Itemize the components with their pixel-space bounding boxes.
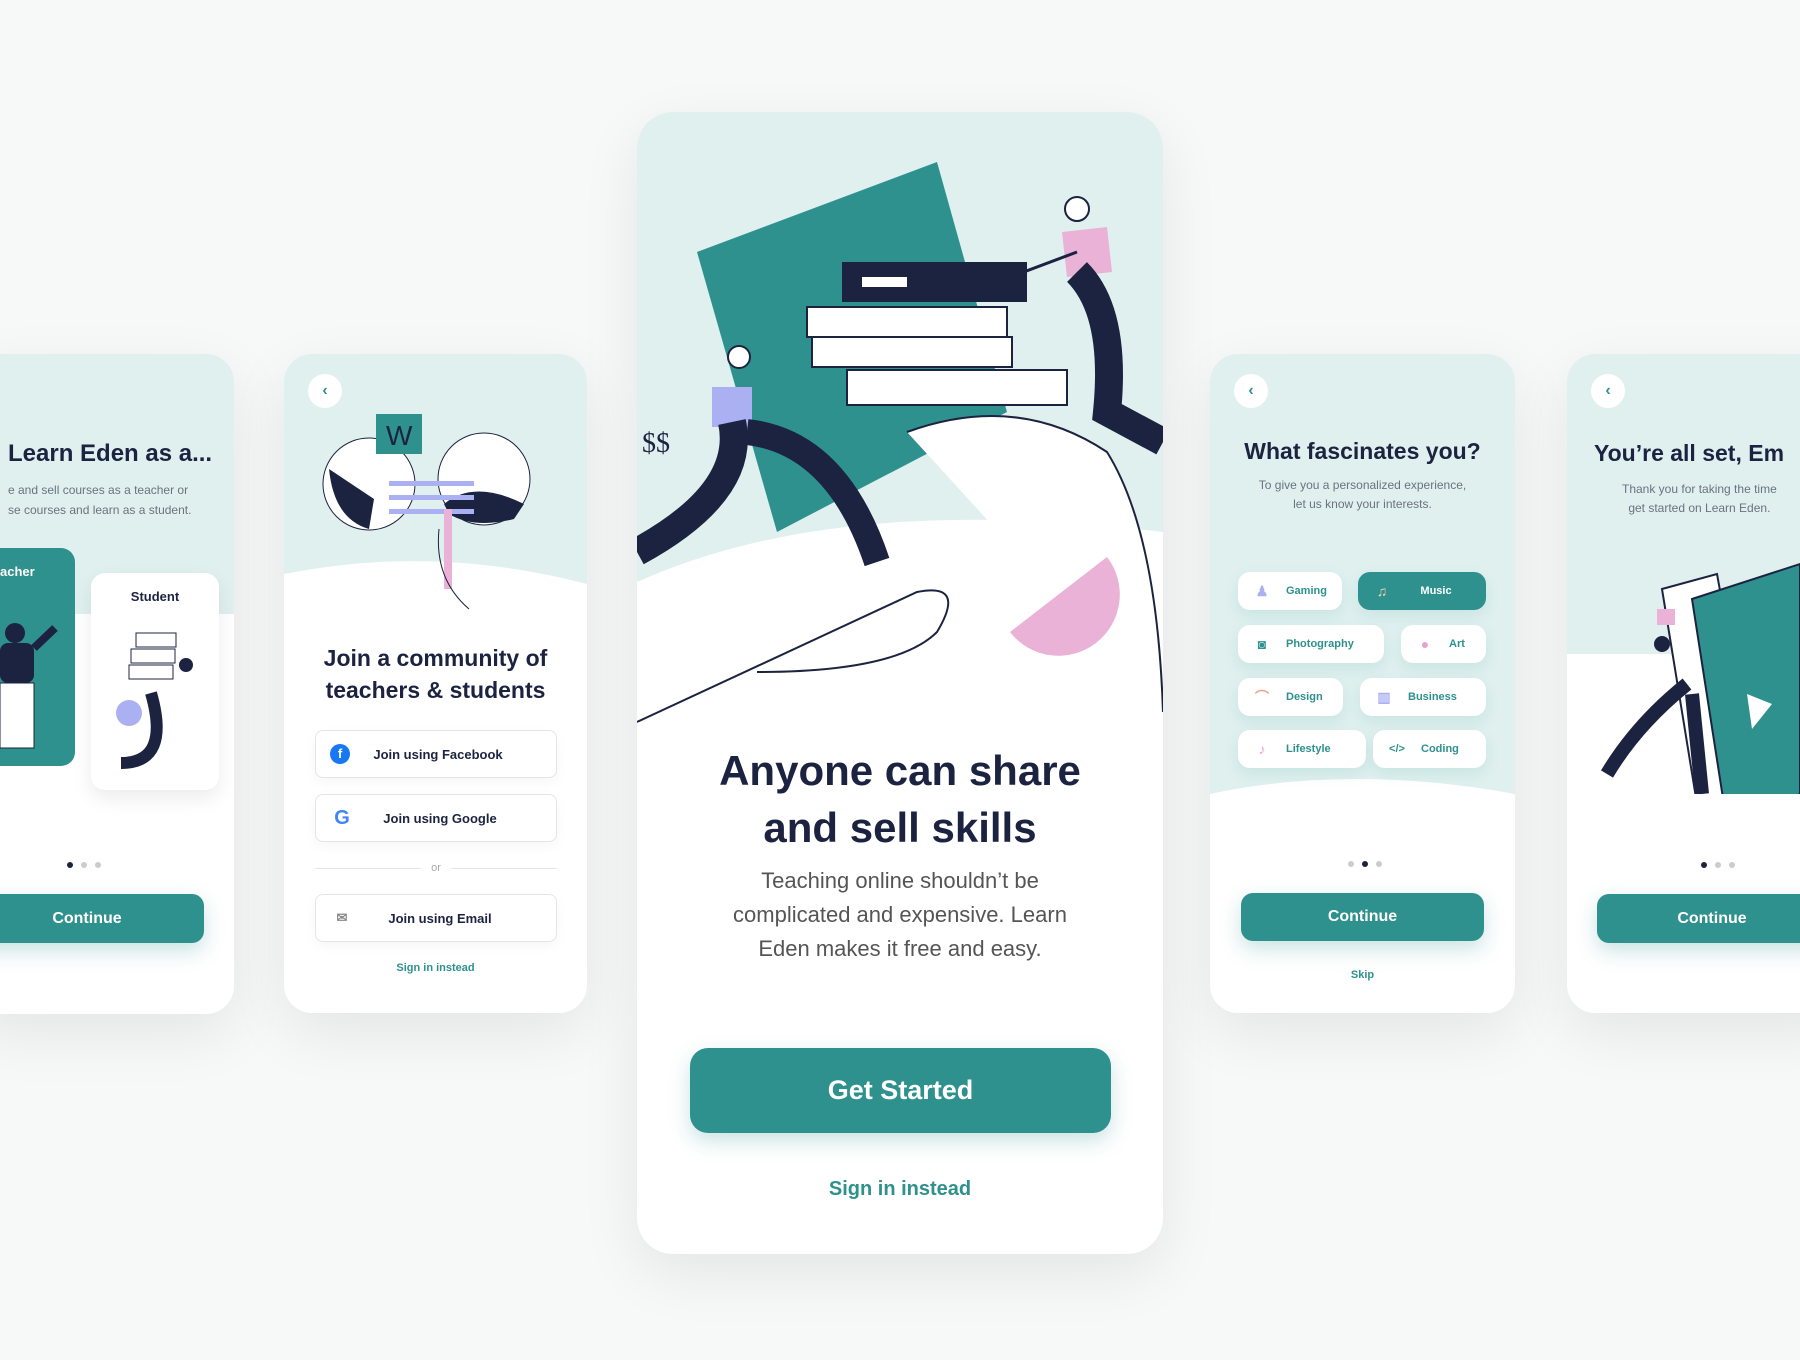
page-dot[interactable] [1348,861,1354,867]
join-screen: ‹ W Join a community of teachers & studen… [284,354,587,1013]
svg-text:$$: $$ [642,428,670,459]
description-line: complicated and expensive. Learn [733,902,1067,927]
student-card[interactable]: Student [91,573,219,790]
facebook-label: Join using Facebook [373,746,503,762]
or-divider: or [315,862,557,874]
student-illustration [116,632,193,769]
chevron-left-icon: ‹ [1605,382,1611,399]
page-dot[interactable] [1376,861,1382,867]
subtitle-line: e and sell courses as a teacher or [8,483,189,497]
continue-button[interactable]: Continue [1597,894,1800,943]
bezier-icon: ⌒ [1255,689,1269,705]
chip-label: Music [1420,585,1452,597]
continue-button[interactable]: Continue [0,894,204,943]
get-started-button[interactable]: Get Started [690,1048,1111,1133]
back-button[interactable]: ‹ [1234,374,1268,408]
book-illustration [1600,562,1800,794]
google-icon: G [334,806,350,829]
microphone-icon: ♪ [1258,741,1266,757]
continue-button[interactable]: Continue [1241,893,1484,941]
chip-design[interactable]: ⌒ Design [1238,678,1343,716]
chip-music[interactable]: ♫ Music [1358,572,1486,610]
pagination-dots [67,862,101,868]
camera-icon: ◙ [1257,636,1267,652]
chip-label: Design [1286,691,1323,703]
subtitle-line: Thank you for taking the time [1622,482,1777,496]
pagination-dots [1701,862,1735,868]
role-screen: Learn Eden as a... e and sell courses as… [0,354,234,1014]
description: Teaching online shouldn’t be complicated … [637,864,1163,966]
palette-icon: ● [1420,636,1430,652]
bank-icon: ▥ [1377,688,1391,705]
envelope-icon: ✉ [336,910,348,925]
chip-label: Photography [1286,638,1354,650]
joystick-icon: ♟ [1255,582,1269,599]
video-call-illustration: W [322,414,531,610]
done-screen: ‹ You’re all set, Em Thank you for takin… [1567,354,1800,1013]
pagination-dots [1348,861,1382,867]
email-button[interactable]: ✉ Join using Email [315,894,557,942]
chip-business[interactable]: ▥ Business [1360,678,1486,716]
chevron-left-icon: ‹ [1248,382,1254,399]
description-line: Teaching online shouldn’t be [761,868,1039,893]
facebook-icon: f [330,744,350,764]
title-line: teachers & students [325,677,546,703]
teacher-card[interactable]: acher [0,548,75,766]
page-title: Learn Eden as a... [8,440,213,467]
page-dot[interactable] [81,862,87,868]
skip-link[interactable]: Skip [1210,969,1515,981]
chip-label: Gaming [1286,585,1327,597]
page-dot[interactable] [1362,861,1368,867]
page-dot[interactable] [1729,862,1735,868]
page-title: Join a community of teachers & students [284,642,587,706]
sign-in-link[interactable]: Sign in instead [284,962,587,974]
google-button[interactable]: G Join using Google [315,794,557,842]
page-dot[interactable] [1715,862,1721,868]
title-line: Join a community of [323,645,548,671]
interests-screen: ‹ What fascinates you? To give you a per… [1210,354,1515,1013]
back-button[interactable]: ‹ [308,374,342,408]
subtitle-line: let us know your interests. [1293,497,1432,511]
subtitle: e and sell courses as a teacher or se cou… [8,480,191,520]
chip-label: Lifestyle [1286,743,1331,755]
chip-coding[interactable]: </> Coding [1373,730,1486,768]
page-title: You’re all set, Em [1594,440,1785,466]
subtitle-line: get started on Learn Eden. [1628,501,1771,515]
welcome-screen: $$ Anyone can share and sell skills Teach… [637,112,1163,1254]
svg-text:W: W [386,420,413,451]
hero-illustration: $$ [637,162,1163,732]
email-label: Join using Email [388,910,492,926]
title-line: Anyone can share [719,747,1081,794]
chevron-left-icon: ‹ [322,382,328,399]
chip-gaming[interactable]: ♟ Gaming [1238,572,1342,610]
back-button[interactable]: ‹ [1591,374,1625,408]
chip-lifestyle[interactable]: ♪ Lifestyle [1238,730,1366,768]
subtitle-line: se courses and learn as a student. [8,503,192,517]
chip-label: Art [1449,638,1465,650]
page-title: Anyone can share and sell skills [637,742,1163,856]
code-icon: </> [1389,743,1405,755]
sign-in-link[interactable]: Sign in instead [637,1178,1163,1201]
subtitle-line: To give you a personalized experience, [1258,478,1467,492]
page-title: What fascinates you? [1244,438,1481,464]
or-text: or [431,862,441,874]
music-note-icon: ♫ [1376,583,1388,599]
chip-art[interactable]: ● Art [1401,625,1486,663]
subtitle: To give you a personalized experience, le… [1210,476,1515,514]
description-line: Eden makes it free and easy. [758,936,1042,961]
page-dot[interactable] [67,862,73,868]
subtitle: Thank you for taking the time get started… [1622,480,1777,518]
chip-label: Coding [1421,743,1459,755]
chip-label: Business [1408,691,1457,703]
google-label: Join using Google [383,810,497,826]
chip-photography[interactable]: ◙ Photography [1238,625,1384,663]
wave-shape [1210,779,1515,824]
title-line: and sell skills [763,804,1037,851]
facebook-button[interactable]: f Join using Facebook [315,730,557,778]
teacher-illustration [0,623,58,749]
page-dot[interactable] [95,862,101,868]
page-dot[interactable] [1701,862,1707,868]
